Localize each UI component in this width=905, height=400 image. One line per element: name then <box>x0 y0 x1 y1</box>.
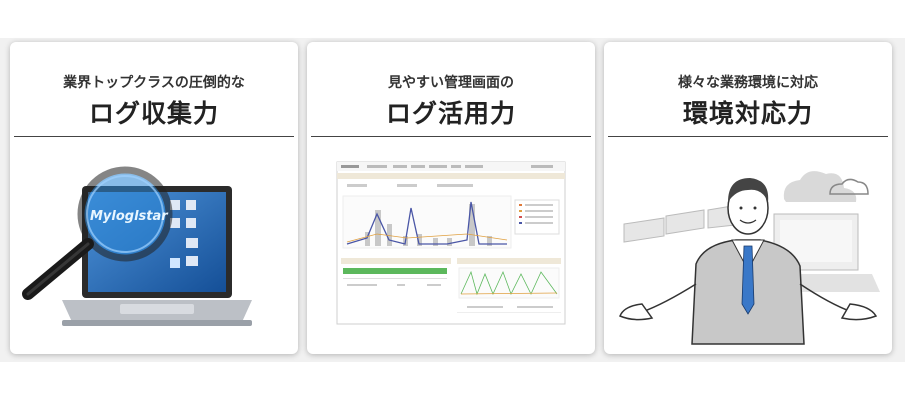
feature-card-environment-support[interactable]: 様々な業務環境に対応 環境対応力 <box>604 42 892 354</box>
card-title: ログ活用力 <box>385 99 516 128</box>
card-subtitle: 様々な業務環境に対応 <box>678 75 818 91</box>
page-top-band <box>0 0 905 38</box>
dashboard-screenshot-illustration <box>307 154 595 349</box>
businessman-illustration <box>604 154 892 349</box>
laptop-magnifier-illustration: Myloglstar <box>10 154 298 349</box>
divider <box>608 136 888 137</box>
card-subtitle: 見やすい管理画面の <box>388 75 514 91</box>
logo-text: Myloglstar <box>90 209 169 224</box>
page-bottom-band <box>0 362 905 400</box>
card-subtitle: 業界トップクラスの圧倒的な <box>63 75 245 91</box>
feature-card-log-collection[interactable]: 業界トップクラスの圧倒的な ログ収集力 Myloglstar <box>10 42 298 354</box>
divider <box>311 136 591 137</box>
divider <box>14 136 294 137</box>
feature-card-log-utilization[interactable]: 見やすい管理画面の ログ活用力 <box>307 42 595 354</box>
card-title: 環境対応力 <box>682 99 813 128</box>
card-title: ログ収集力 <box>88 99 219 128</box>
